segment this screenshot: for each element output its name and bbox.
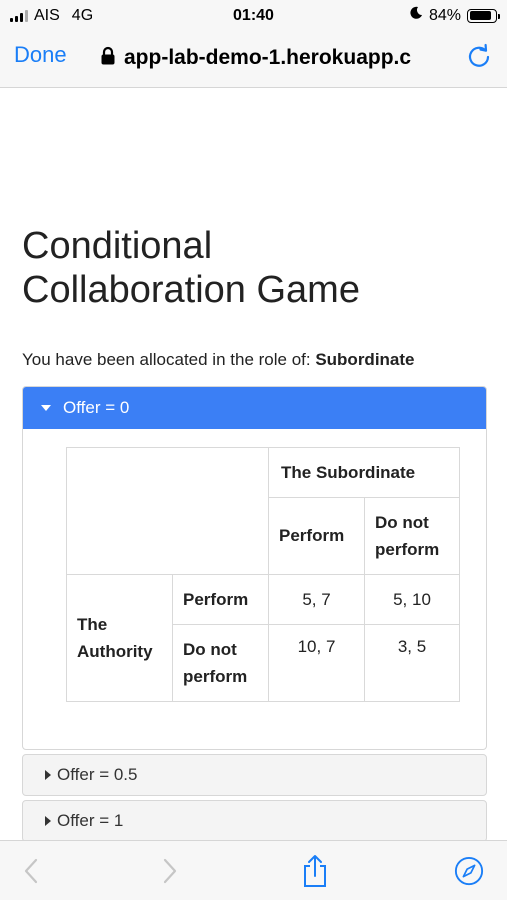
browser-toolbar (0, 840, 507, 900)
back-icon[interactable] (16, 855, 46, 887)
payoff-cell: 10, 7 (268, 624, 365, 702)
column-player-header: The Subordinate (268, 447, 460, 498)
role-statement: You have been allocated in the role of: … (22, 350, 487, 370)
compass-icon[interactable] (454, 855, 484, 887)
reload-icon[interactable] (465, 42, 493, 70)
caret-right-icon (45, 770, 51, 780)
column-action-do-not-perform: Do not perform (364, 497, 460, 575)
row-player-header: The Authority (66, 574, 173, 702)
page-content: Conditional Collaboration Game You have … (22, 88, 487, 842)
payoff-matrix: The Subordinate Perform Do not perform T… (66, 447, 460, 702)
offer-header-2[interactable]: Offer = 1 (22, 800, 487, 842)
browser-nav-bar: Done app-lab-demo-1.herokuapp.c (0, 32, 507, 88)
title-line-1: Conditional (22, 225, 213, 267)
page-title: Conditional Collaboration Game (22, 224, 487, 312)
lock-icon (100, 46, 116, 71)
row-action-do-not-perform: Do not perform (172, 624, 269, 702)
empty-corner-cell (66, 447, 269, 575)
forward-icon[interactable] (155, 855, 185, 887)
url-bar[interactable]: app-lab-demo-1.herokuapp.c (100, 43, 445, 73)
done-button[interactable]: Done (14, 42, 67, 68)
offer-label: Offer = 0.5 (57, 765, 138, 784)
role-value: Subordinate (315, 350, 415, 369)
battery-percent: 84% (428, 6, 461, 24)
moon-icon (409, 6, 423, 25)
row-action-perform: Perform (172, 574, 269, 625)
title-line-2: Collaboration Game (22, 269, 360, 311)
url-text: app-lab-demo-1.herokuapp.c (124, 46, 412, 69)
payoff-cell: 5, 10 (364, 574, 460, 625)
offer-label: Offer = 1 (57, 811, 124, 830)
offer-body-0: The Subordinate Perform Do not perform T… (23, 429, 486, 749)
battery-icon (467, 8, 500, 23)
status-bar: AIS 4G 01:40 84% (0, 0, 507, 32)
role-prefix: You have been allocated in the role of: (22, 350, 316, 369)
share-icon[interactable] (300, 855, 330, 887)
caret-down-icon (41, 405, 51, 411)
column-action-perform: Perform (268, 497, 365, 575)
offer-header-1[interactable]: Offer = 0.5 (22, 754, 487, 796)
payoff-cell: 3, 5 (364, 624, 460, 702)
caret-right-icon (45, 816, 51, 826)
offer-header-0[interactable]: Offer = 0 (23, 387, 486, 429)
offer-label: Offer = 0 (63, 398, 130, 417)
offer-panel-0: Offer = 0 The Subordinate Perform Do not… (22, 386, 487, 750)
payoff-cell: 5, 7 (268, 574, 365, 625)
